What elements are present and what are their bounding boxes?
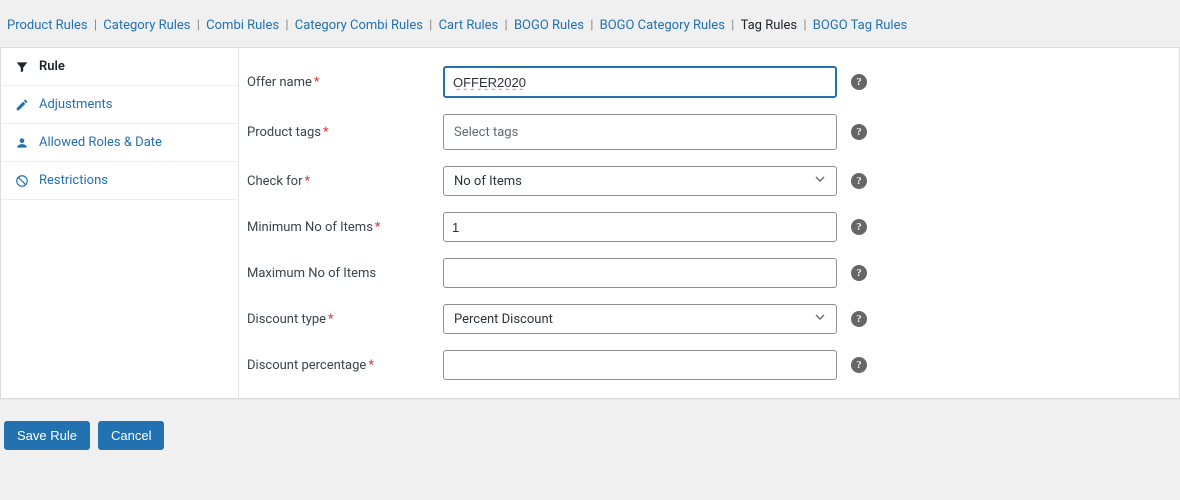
max-items-input[interactable] — [443, 258, 837, 288]
tab-combi-rules[interactable]: Combi Rules — [203, 18, 282, 33]
product-tags-label: Product tags* — [247, 125, 437, 140]
sidebar-item-label: Adjustments — [39, 97, 113, 112]
min-items-label: Minimum No of Items* — [247, 220, 437, 235]
sidebar-item-restrictions[interactable]: Restrictions — [1, 162, 238, 200]
tab-category-combi-rules[interactable]: Category Combi Rules — [292, 18, 426, 33]
discount-type-select[interactable]: Percent Discount — [443, 304, 837, 334]
help-icon[interactable]: ? — [851, 357, 867, 373]
chevron-down-icon — [812, 309, 828, 329]
funnel-icon — [15, 60, 29, 74]
chevron-down-icon — [812, 171, 828, 191]
pencil-icon — [15, 98, 29, 112]
offer-name-label: Offer name* — [247, 75, 437, 90]
sidebar-item-label: Restrictions — [39, 173, 108, 188]
help-icon[interactable]: ? — [851, 219, 867, 235]
tab-bogo-category-rules[interactable]: BOGO Category Rules — [597, 18, 728, 33]
help-icon[interactable]: ? — [851, 124, 867, 140]
sidebar-item-allowed-roles-date[interactable]: Allowed Roles & Date — [1, 124, 238, 162]
check-for-label: Check for* — [247, 174, 437, 189]
help-icon[interactable]: ? — [851, 311, 867, 327]
product-tags-input[interactable]: Select tags — [443, 114, 837, 150]
check-for-select[interactable]: No of Items — [443, 166, 837, 196]
save-rule-button[interactable]: Save Rule — [4, 421, 90, 450]
side-tabs: Rule Adjustments Allowed Roles & Date Re… — [1, 48, 239, 398]
min-items-input[interactable] — [443, 212, 837, 242]
action-buttons: Save Rule Cancel — [0, 399, 1180, 450]
rule-form: Offer name* ? Product tags* Select tags … — [239, 48, 1179, 398]
offer-name-input[interactable] — [443, 66, 837, 98]
tab-bogo-rules[interactable]: BOGO Rules — [511, 18, 587, 33]
user-icon — [15, 136, 29, 150]
tab-bogo-tag-rules[interactable]: BOGO Tag Rules — [810, 18, 910, 33]
discount-percentage-label: Discount percentage* — [247, 358, 437, 373]
help-icon[interactable]: ? — [851, 74, 867, 90]
tab-cart-rules[interactable]: Cart Rules — [436, 18, 502, 33]
tab-product-rules[interactable]: Product Rules — [4, 18, 91, 33]
cancel-button[interactable]: Cancel — [98, 421, 164, 450]
help-icon[interactable]: ? — [851, 173, 867, 189]
sidebar-item-label: Allowed Roles & Date — [39, 135, 162, 150]
top-tab-nav: Product Rules | Category Rules | Combi R… — [0, 0, 1180, 47]
help-icon[interactable]: ? — [851, 265, 867, 281]
sidebar-item-adjustments[interactable]: Adjustments — [1, 86, 238, 124]
rule-panel: Rule Adjustments Allowed Roles & Date Re… — [0, 47, 1180, 399]
discount-type-label: Discount type* — [247, 312, 437, 327]
ban-icon — [15, 174, 29, 188]
tab-tag-rules[interactable]: Tag Rules — [738, 18, 801, 33]
sidebar-item-rule[interactable]: Rule — [1, 48, 238, 86]
sidebar-item-label: Rule — [39, 59, 65, 74]
discount-percentage-input[interactable] — [443, 350, 837, 380]
max-items-label: Maximum No of Items — [247, 266, 437, 281]
tab-category-rules[interactable]: Category Rules — [100, 18, 193, 33]
